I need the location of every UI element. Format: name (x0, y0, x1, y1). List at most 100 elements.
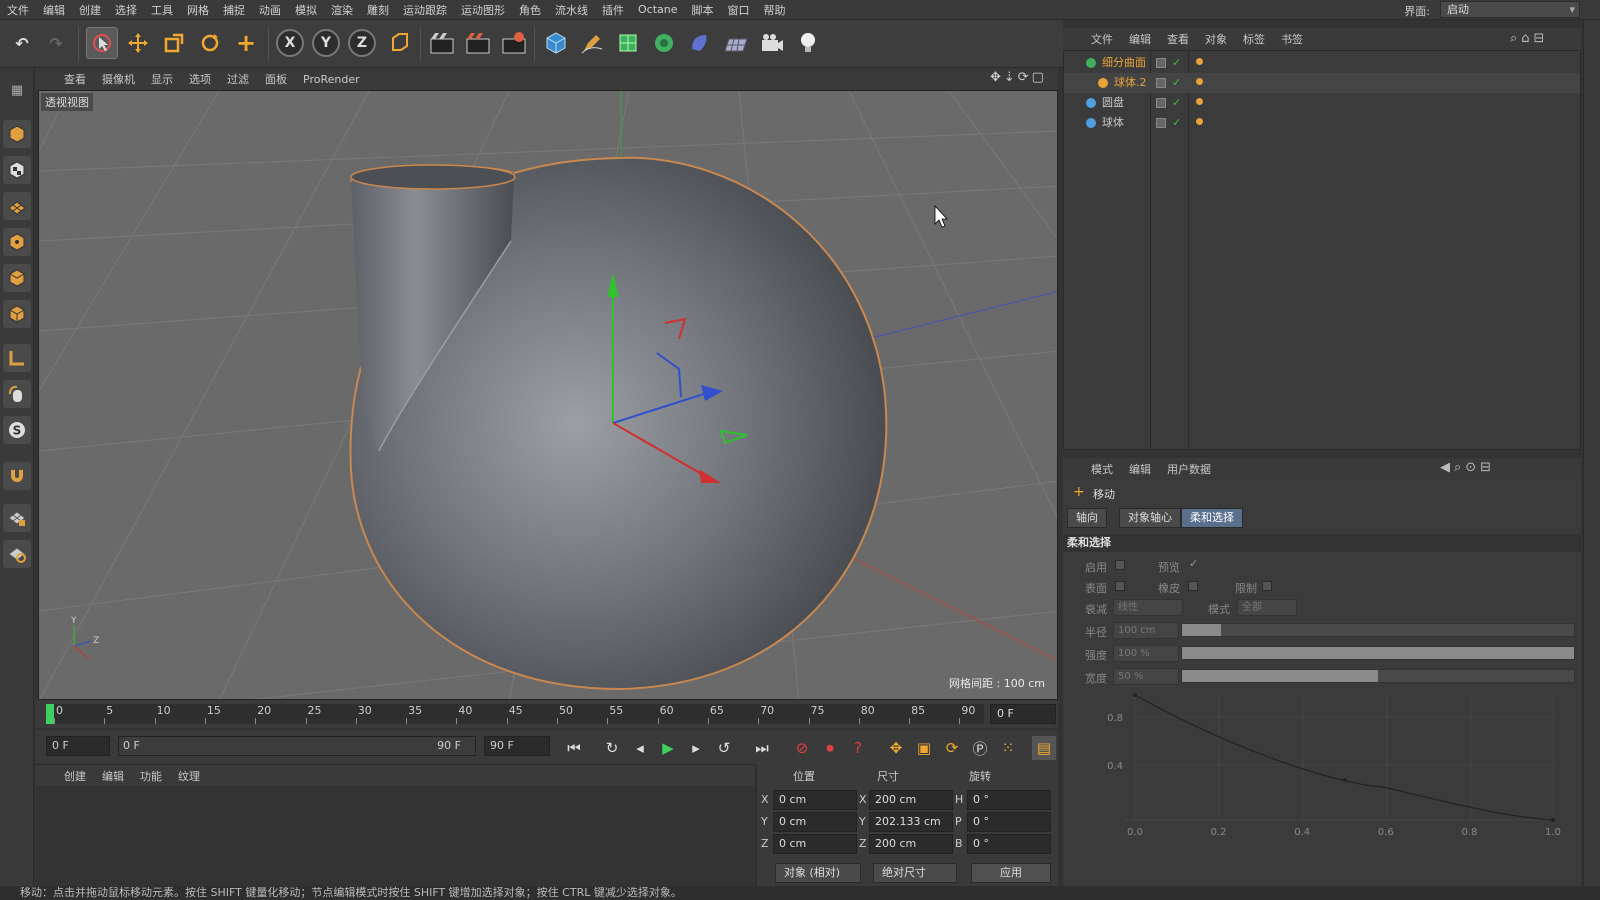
surface-checkbox[interactable] (1115, 581, 1125, 591)
pen-icon[interactable] (576, 27, 608, 59)
playhead[interactable] (46, 704, 54, 724)
edge-mode-icon[interactable] (3, 264, 31, 292)
render-to-picture-viewer-icon[interactable] (462, 27, 494, 59)
restrict-checkbox[interactable] (1262, 581, 1272, 591)
object-row[interactable]: 球体 ✓ (1064, 113, 1580, 133)
attribute-tab[interactable]: 对象轴心 (1119, 508, 1181, 528)
polygon-mode-icon[interactable] (3, 300, 31, 328)
preview-checkmark-icon[interactable]: ✓ (1189, 557, 1198, 570)
position-field[interactable]: 0 cm (773, 790, 857, 810)
axis-mode-icon[interactable] (3, 344, 31, 372)
menu-item[interactable]: 流水线 (548, 2, 595, 18)
cloner-icon[interactable] (648, 27, 680, 59)
object-name[interactable]: 球体 (1102, 113, 1124, 133)
render-settings-icon[interactable] (498, 27, 530, 59)
material-tag-icon[interactable] (1196, 118, 1203, 125)
menu-item[interactable]: 脚本 (685, 2, 721, 18)
next-frame-icon[interactable]: ▸ (684, 736, 708, 760)
keyframe-selection-icon[interactable]: ? (846, 736, 870, 760)
menu-item[interactable]: 选择 (108, 2, 144, 18)
perspective-viewport[interactable]: Y Z 透视视图 网格间距 : 100 cm (38, 90, 1058, 700)
object-manager-menu-item[interactable]: 文件 (1083, 31, 1121, 47)
start-frame-field[interactable]: 0 F (46, 736, 110, 756)
deformer-icon[interactable] (684, 27, 716, 59)
object-name[interactable]: 球体.2 (1114, 73, 1147, 93)
record-active-icon[interactable]: ⊘ (790, 736, 814, 760)
viewport-menu-item[interactable]: 面板 (257, 71, 295, 87)
right-dock-tabs[interactable] (1583, 20, 1600, 886)
radius-field[interactable]: 100 cm (1113, 622, 1179, 639)
make-editable-icon[interactable]: ▦ (3, 76, 31, 104)
position-field[interactable]: 0 cm (773, 812, 857, 832)
workplane-lock-icon[interactable] (3, 504, 31, 532)
rotation-field[interactable]: 0 ° (967, 790, 1051, 810)
material-manager-area[interactable] (36, 786, 754, 886)
enable-check-icon[interactable]: ✓ (1172, 93, 1181, 113)
viewport-menu-item[interactable]: 选项 (181, 71, 219, 87)
material-menu-item[interactable]: 纹理 (170, 768, 208, 784)
viewport-menu-item[interactable]: 摄像机 (94, 71, 143, 87)
model-mode-icon[interactable] (3, 120, 31, 148)
layout-select[interactable]: 启动 (1440, 1, 1580, 18)
live-selection-icon[interactable]: + (230, 27, 262, 59)
workplane-rotate-icon[interactable] (3, 540, 31, 568)
go-to-end-icon[interactable]: ⏭ (750, 736, 774, 760)
viewport-menu-item[interactable]: ProRender (295, 73, 368, 86)
go-to-start-icon[interactable]: ⏮ (562, 736, 586, 760)
menu-item[interactable]: 创建 (72, 2, 108, 18)
position-field[interactable]: 0 cm (773, 834, 857, 854)
size-field[interactable]: 200 cm (869, 834, 953, 854)
material-menu-item[interactable]: 功能 (132, 768, 170, 784)
redo-icon[interactable]: ↷ (40, 27, 72, 59)
camera-icon[interactable] (756, 27, 788, 59)
size-field[interactable]: 202.133 cm (869, 812, 953, 832)
object-row[interactable]: 细分曲面 ✓ (1064, 53, 1580, 73)
object-manager-tools-icons[interactable]: ⌕⌂⊟ (1510, 31, 1548, 46)
curve-point-mid[interactable] (1343, 778, 1347, 782)
play-icon[interactable]: ▶ (656, 736, 680, 760)
material-menu-item[interactable]: 编辑 (94, 768, 132, 784)
object-manager[interactable]: 细分曲面 ✓ 球体.2 ✓ 圆盘 ✓ 球体 ✓ (1063, 50, 1581, 450)
snap-icon[interactable] (3, 462, 31, 490)
timeline-window-icon[interactable]: ▤ (1032, 736, 1056, 760)
attributes-menu-item[interactable]: 用户数据 (1159, 461, 1219, 477)
object-manager-menu-item[interactable]: 查看 (1159, 31, 1197, 47)
autokey-icon[interactable]: ⏺ (818, 736, 842, 760)
apply-button[interactable]: 应用 (971, 863, 1051, 883)
visibility-toggle-icon[interactable] (1156, 58, 1166, 68)
key-parameter-icon[interactable]: Ⓟ (968, 736, 992, 760)
falloff-dropdown[interactable]: 线性 (1113, 599, 1183, 616)
menu-item[interactable]: 工具 (144, 2, 180, 18)
curve-point-end[interactable] (1551, 818, 1555, 822)
attributes-menu-item[interactable]: 模式 (1083, 461, 1121, 477)
move-tool-icon[interactable] (122, 27, 154, 59)
object-row[interactable]: 圆盘 ✓ (1064, 93, 1580, 113)
solo-icon[interactable]: S (3, 416, 31, 444)
prev-frame-icon[interactable]: ◂ (628, 736, 652, 760)
material-tag-icon[interactable] (1196, 78, 1203, 85)
enable-check-icon[interactable]: ✓ (1172, 73, 1181, 93)
viewport-menu-item[interactable]: 过滤 (219, 71, 257, 87)
key-pla-icon[interactable]: ⁙ (996, 736, 1020, 760)
current-frame-field[interactable]: 0 F (990, 704, 1056, 724)
visibility-toggle-icon[interactable] (1156, 98, 1166, 108)
cube-icon[interactable] (540, 27, 572, 59)
viewport-menu-item[interactable]: 查看 (56, 71, 94, 87)
x-axis-lock-icon[interactable]: X (276, 29, 304, 57)
render-view-icon[interactable] (426, 27, 458, 59)
size-mode-dropdown[interactable]: 绝对尺寸 (873, 863, 957, 883)
viewport-label[interactable]: 透视视图 (41, 93, 93, 111)
strength-slider[interactable] (1181, 646, 1575, 660)
attribute-tab[interactable]: 柔和选择 (1181, 508, 1243, 528)
menu-item[interactable]: Octane (631, 3, 685, 16)
prev-key-icon[interactable]: ↻ (600, 736, 624, 760)
viewport-menu-item[interactable]: 显示 (143, 71, 181, 87)
width-field[interactable]: 50 % (1113, 668, 1179, 685)
y-axis-lock-icon[interactable]: Y (312, 29, 340, 57)
attributes-nav-icons[interactable]: ◀⌕⊙⊟ (1440, 460, 1495, 475)
curve-point-start[interactable] (1133, 693, 1137, 697)
light-icon[interactable] (792, 27, 824, 59)
menu-item[interactable]: 动画 (252, 2, 288, 18)
object-manager-menu-item[interactable]: 书签 (1273, 31, 1311, 47)
scale-tool-icon[interactable] (158, 27, 190, 59)
